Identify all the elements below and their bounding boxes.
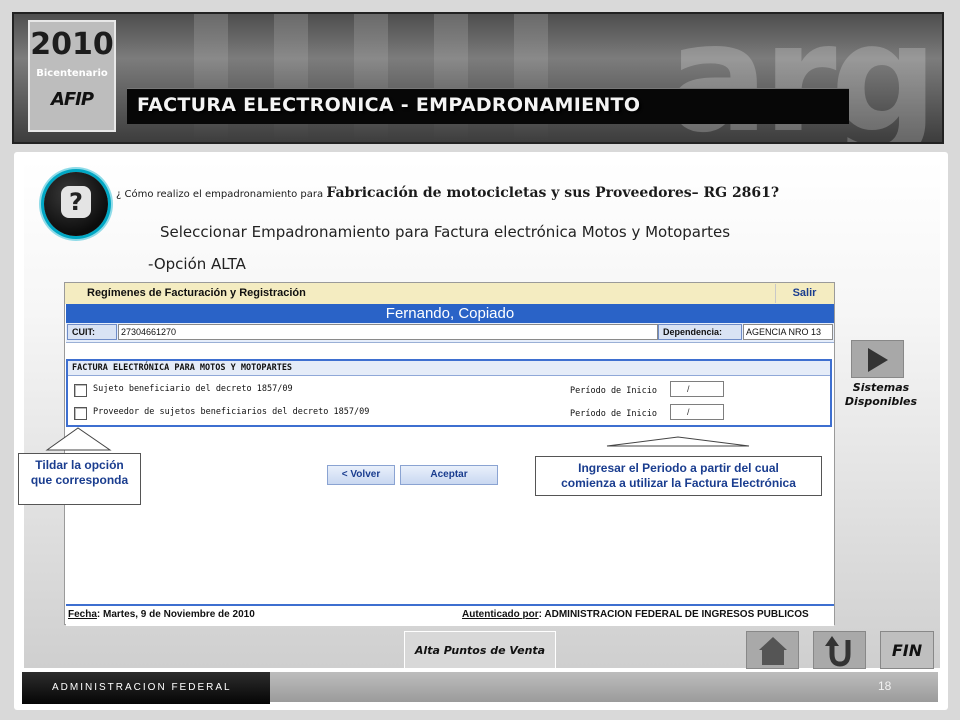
back-arrow-icon: [825, 636, 851, 667]
period-hint-line-2: comienza a utilizar la Factura Electróni…: [561, 476, 796, 490]
sistemas-label-line-1: Sistemas: [852, 381, 910, 394]
home-button[interactable]: [746, 631, 799, 669]
check-hint-line-1: Tildar la opción: [35, 458, 124, 472]
page-number: 18: [878, 679, 892, 693]
sistemas-button[interactable]: [851, 340, 904, 378]
play-icon: [868, 348, 888, 372]
arrow-to-checkbox: [45, 427, 112, 451]
home-icon: [759, 637, 787, 665]
return-button[interactable]: [813, 631, 866, 669]
period-hint-line-1: Ingresar el Periodo a partir del cual: [578, 461, 779, 475]
admin-federal-logo: ADMINISTRACION FEDERAL: [22, 672, 270, 704]
arrow-to-period: [606, 436, 750, 447]
alta-puntos-venta-button[interactable]: Alta Puntos de Venta: [404, 631, 556, 669]
sistemas-label-line-2: Disponibles: [844, 395, 918, 408]
callout-arrows: [45, 427, 750, 451]
check-hint-line-2: que corresponda: [30, 473, 129, 487]
fin-button[interactable]: FIN: [880, 631, 934, 669]
sistemas-label: Sistemas Disponibles: [836, 381, 926, 409]
check-hint-callout: Tildar la opción que corresponda: [18, 453, 141, 505]
period-hint-callout: Ingresar el Periodo a partir del cual co…: [535, 456, 822, 496]
